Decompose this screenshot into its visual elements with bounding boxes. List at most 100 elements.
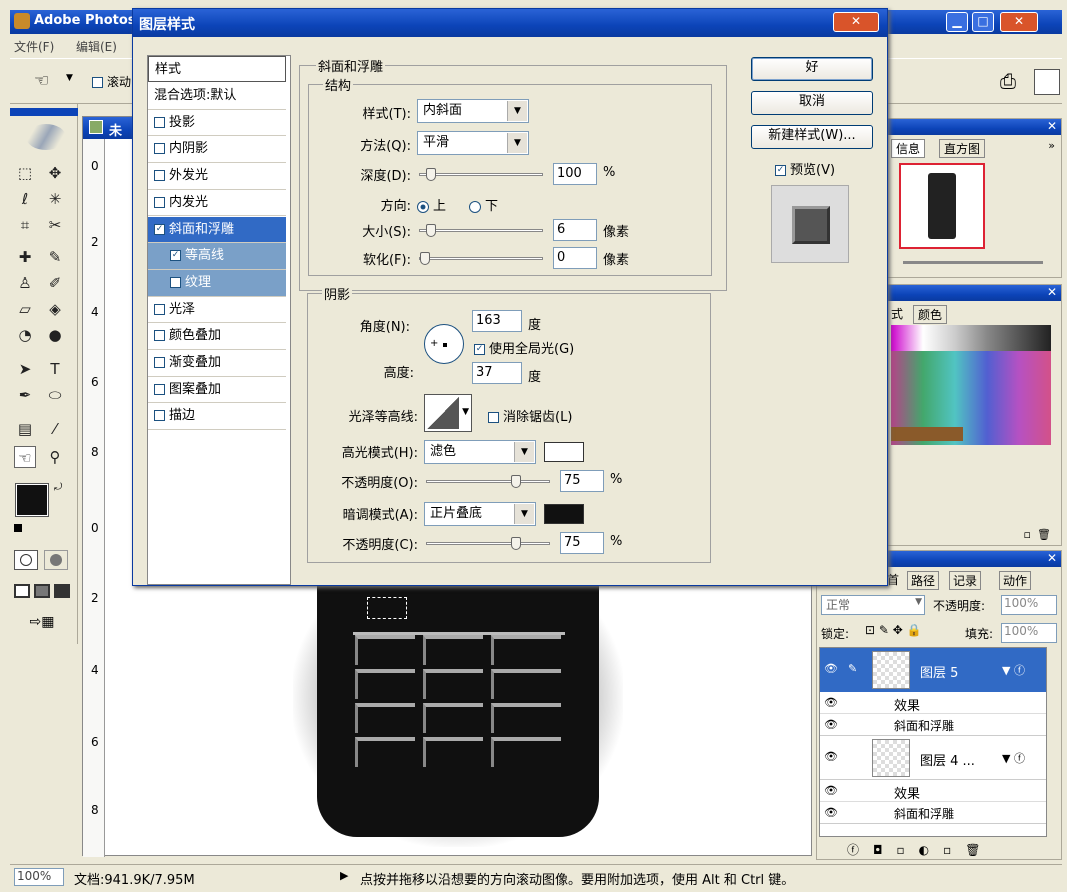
history-brush-tool-icon[interactable]: ✐ <box>44 272 66 294</box>
slider-thumb[interactable] <box>511 537 521 550</box>
notes-tool-icon[interactable]: ▤ <box>14 418 36 440</box>
highlight-opacity-input[interactable]: 75 <box>560 470 604 492</box>
magic-wand-tool-icon[interactable]: ✳ <box>44 188 66 210</box>
effect-header-row[interactable]: 👁 效果 <box>820 780 1046 802</box>
blend-mode-select[interactable]: 正常 ▼ <box>821 595 925 615</box>
move-tool-icon[interactable]: ✥ <box>44 162 66 184</box>
style-list-item[interactable]: ✓ 斜面和浮雕 <box>148 216 286 244</box>
size-slider[interactable] <box>419 224 543 237</box>
scroll-all-checkbox[interactable]: 滚动 <box>92 73 131 90</box>
angle-input[interactable]: 163 <box>472 310 522 332</box>
marquee-tool-icon[interactable]: ⬚ <box>14 162 36 184</box>
tab-color[interactable]: 颜色 <box>913 305 948 324</box>
navigator-thumbnail[interactable] <box>899 163 985 249</box>
slider-thumb[interactable] <box>425 224 436 237</box>
brush-link-icon[interactable]: ✎ <box>848 662 857 675</box>
effect-header-row[interactable]: 👁 效果 <box>820 692 1046 714</box>
lasso-tool-icon[interactable]: ℓ <box>14 188 36 210</box>
eye-icon[interactable]: 👁 <box>824 750 838 763</box>
altitude-input[interactable]: 37 <box>472 362 522 384</box>
method-select[interactable]: 平滑 ▼ <box>417 131 529 155</box>
eye-icon[interactable]: 👁 <box>824 784 838 797</box>
style-checkbox[interactable] <box>170 276 181 288</box>
zoom-slider[interactable] <box>903 261 1043 264</box>
foreground-color-swatch[interactable] <box>15 483 49 517</box>
style-list-item[interactable]: 内发光 <box>148 190 286 217</box>
style-checkbox[interactable] <box>154 303 165 315</box>
layer-row[interactable]: 👁 ✎ 图层 5 ▼ ⓕ <box>820 648 1046 692</box>
style-list-item[interactable]: 外发光 <box>148 163 286 190</box>
slider-thumb[interactable] <box>425 168 436 181</box>
style-select[interactable]: 内斜面 ▼ <box>417 99 529 123</box>
style-checkbox[interactable]: ✓ <box>170 250 181 262</box>
gloss-contour-picker[interactable]: ▼ <box>424 394 472 432</box>
path-select-tool-icon[interactable]: ➤ <box>14 358 36 380</box>
style-list-item[interactable]: 渐变叠加 <box>148 350 286 377</box>
eye-icon[interactable]: 👁 <box>824 718 838 731</box>
highlight-mode-select[interactable]: 滤色 ▼ <box>424 440 536 464</box>
style-checkbox[interactable] <box>154 383 165 395</box>
stamp-tool-icon[interactable]: ♙ <box>14 272 36 294</box>
crop-tool-icon[interactable]: ⌗ <box>14 214 36 236</box>
style-checkbox[interactable] <box>154 196 165 208</box>
brush-tool-icon[interactable]: ✎ <box>44 246 66 268</box>
style-checkbox[interactable] <box>154 357 165 368</box>
soften-input[interactable]: 0 <box>553 247 597 269</box>
fx-icon[interactable]: ▼ ⓕ <box>1002 662 1025 678</box>
size-input[interactable]: 6 <box>553 219 597 241</box>
style-list-item[interactable]: 混合选项:默认 <box>148 83 286 110</box>
style-list-item[interactable]: ✓ 等高线 <box>148 243 286 270</box>
direction-down-radio[interactable]: 下 <box>469 195 498 214</box>
swatch-grid-row[interactable] <box>891 325 1051 351</box>
menu-file[interactable]: 文件(F) <box>14 38 54 55</box>
close-panel-icon[interactable]: ✕ <box>1047 119 1057 133</box>
antialias-checkbox[interactable]: 消除锯齿(L) <box>488 406 572 425</box>
slice-tool-icon[interactable]: ✂ <box>44 214 66 236</box>
default-colors-icon[interactable] <box>14 524 22 532</box>
healing-brush-tool-icon[interactable]: ✚ <box>14 246 36 268</box>
menu-edit[interactable]: 编辑(E) <box>76 38 117 55</box>
shadow-opacity-slider[interactable] <box>426 537 550 550</box>
shadow-mode-select[interactable]: 正片叠底 ▼ <box>424 502 536 526</box>
style-checkbox[interactable] <box>154 143 165 155</box>
shadow-color-swatch[interactable] <box>544 504 584 524</box>
tool-preset-arrow[interactable]: ▼ <box>66 73 73 83</box>
shadow-opacity-input[interactable]: 75 <box>560 532 604 554</box>
highlight-color-swatch[interactable] <box>544 442 584 462</box>
effect-row[interactable]: 👁 斜面和浮雕 <box>820 714 1046 736</box>
blur-tool-icon[interactable]: ◔ <box>14 324 36 346</box>
depth-slider[interactable] <box>419 168 543 181</box>
angle-dial[interactable]: + <box>424 324 464 364</box>
tab-paths[interactable]: 路径 <box>907 571 940 590</box>
swatch-grid-row[interactable] <box>891 427 963 441</box>
style-checkbox[interactable] <box>154 170 165 182</box>
style-list-item[interactable]: 光泽 <box>148 297 286 324</box>
shape-tool-icon[interactable]: ⬭ <box>44 384 66 406</box>
hand-tool-button[interactable]: ☜ <box>14 446 36 468</box>
tab-history[interactable]: 记录 <box>949 571 982 590</box>
minimize-button[interactable]: ▁ <box>946 12 968 32</box>
trash-icon[interactable]: 🗑 <box>1037 528 1051 541</box>
screen-mode-std-icon[interactable] <box>14 584 30 598</box>
effect-row[interactable]: 👁 斜面和浮雕 <box>820 802 1046 824</box>
new-swatch-icon[interactable]: ▫ <box>1024 528 1031 541</box>
style-list-item[interactable]: 纹理 <box>148 269 286 297</box>
eye-icon[interactable]: 👁 <box>824 662 838 675</box>
style-list-item[interactable]: 投影 <box>148 110 286 137</box>
screen-mode-menu-icon[interactable] <box>34 584 50 598</box>
tab-histogram[interactable]: 直方图 <box>939 139 986 158</box>
style-list-item[interactable]: 颜色叠加 <box>148 323 286 350</box>
fill-input[interactable]: 100% <box>1001 623 1057 643</box>
style-checkbox[interactable]: ✓ <box>154 223 165 235</box>
zoom-tool-icon[interactable]: ⚲ <box>44 446 66 468</box>
style-list-item[interactable]: 描边 <box>148 403 286 431</box>
tab-actions[interactable]: 动作 <box>999 571 1032 590</box>
eye-icon[interactable]: 👁 <box>824 806 838 819</box>
screen-mode-full-icon[interactable] <box>54 584 70 598</box>
direction-up-radio[interactable]: 上 <box>417 195 446 214</box>
dodge-tool-icon[interactable]: ● <box>44 324 66 346</box>
printer-icon[interactable]: ⎙ <box>1000 69 1016 93</box>
eraser-tool-icon[interactable]: ▱ <box>14 298 36 320</box>
fx-icon[interactable]: ▼ ⓕ <box>1002 750 1025 766</box>
standard-mode-button[interactable] <box>14 550 38 570</box>
